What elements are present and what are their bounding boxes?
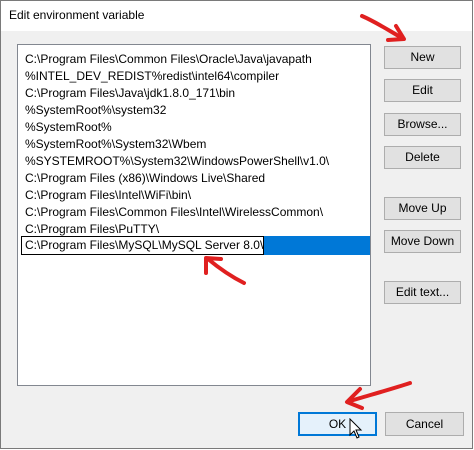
annotation-arrow-edit-field bbox=[204, 256, 246, 285]
pointer-arrow-icon bbox=[349, 418, 363, 439]
list-item[interactable]: %SystemRoot%\System32\Wbem bbox=[25, 136, 206, 153]
cancel-button-label: Cancel bbox=[405, 417, 444, 431]
annotation-arrow-ok bbox=[345, 381, 412, 410]
new-button-label: New bbox=[410, 50, 435, 64]
edit-button[interactable]: Edit bbox=[384, 79, 461, 102]
move-up-button-label: Move Up bbox=[398, 201, 447, 215]
list-item[interactable]: C:\Program Files\Common Files\Intel\Wire… bbox=[25, 204, 323, 221]
edit-text-button-label: Edit text... bbox=[395, 285, 450, 299]
list-item[interactable]: C:\Program Files (x86)\Windows Live\Shar… bbox=[25, 170, 265, 187]
list-item[interactable]: C:\Program Files\Intel\WiFi\bin\ bbox=[25, 187, 191, 204]
list-item[interactable]: %SystemRoot% bbox=[25, 119, 112, 136]
edit-button-label: Edit bbox=[412, 83, 433, 97]
list-item[interactable]: C:\Program Files\Common Files\Oracle\Jav… bbox=[25, 51, 312, 68]
ok-button[interactable]: OK bbox=[298, 412, 377, 436]
edit-text-button[interactable]: Edit text... bbox=[384, 281, 461, 304]
list-item[interactable]: %INTEL_DEV_REDIST%redist\intel64\compile… bbox=[25, 68, 279, 85]
browse-button-label: Browse... bbox=[397, 117, 448, 131]
cancel-button[interactable]: Cancel bbox=[385, 412, 464, 436]
move-up-button[interactable]: Move Up bbox=[384, 197, 461, 220]
ok-button-label: OK bbox=[328, 417, 347, 431]
annotation-arrow-new bbox=[360, 14, 406, 42]
delete-button-label: Delete bbox=[405, 150, 440, 164]
list-item[interactable]: C:\Program Files\Java\jdk1.8.0_171\bin bbox=[25, 85, 235, 102]
move-down-button[interactable]: Move Down bbox=[384, 230, 461, 253]
delete-button[interactable]: Delete bbox=[384, 146, 461, 169]
path-list[interactable]: C:\Program Files\Common Files\Oracle\Jav… bbox=[17, 44, 371, 386]
list-item-selected[interactable]: C:\Program Files\MySQL\MySQL Server 8.0\… bbox=[21, 236, 370, 255]
list-item[interactable]: %SystemRoot%\system32 bbox=[25, 102, 166, 119]
new-button[interactable]: New bbox=[384, 46, 461, 69]
browse-button[interactable]: Browse... bbox=[384, 113, 461, 136]
move-down-button-label: Move Down bbox=[390, 234, 455, 248]
window-title: Edit environment variable bbox=[9, 8, 145, 22]
list-item[interactable]: %SYSTEMROOT%\System32\WindowsPowerShell\… bbox=[25, 153, 329, 170]
